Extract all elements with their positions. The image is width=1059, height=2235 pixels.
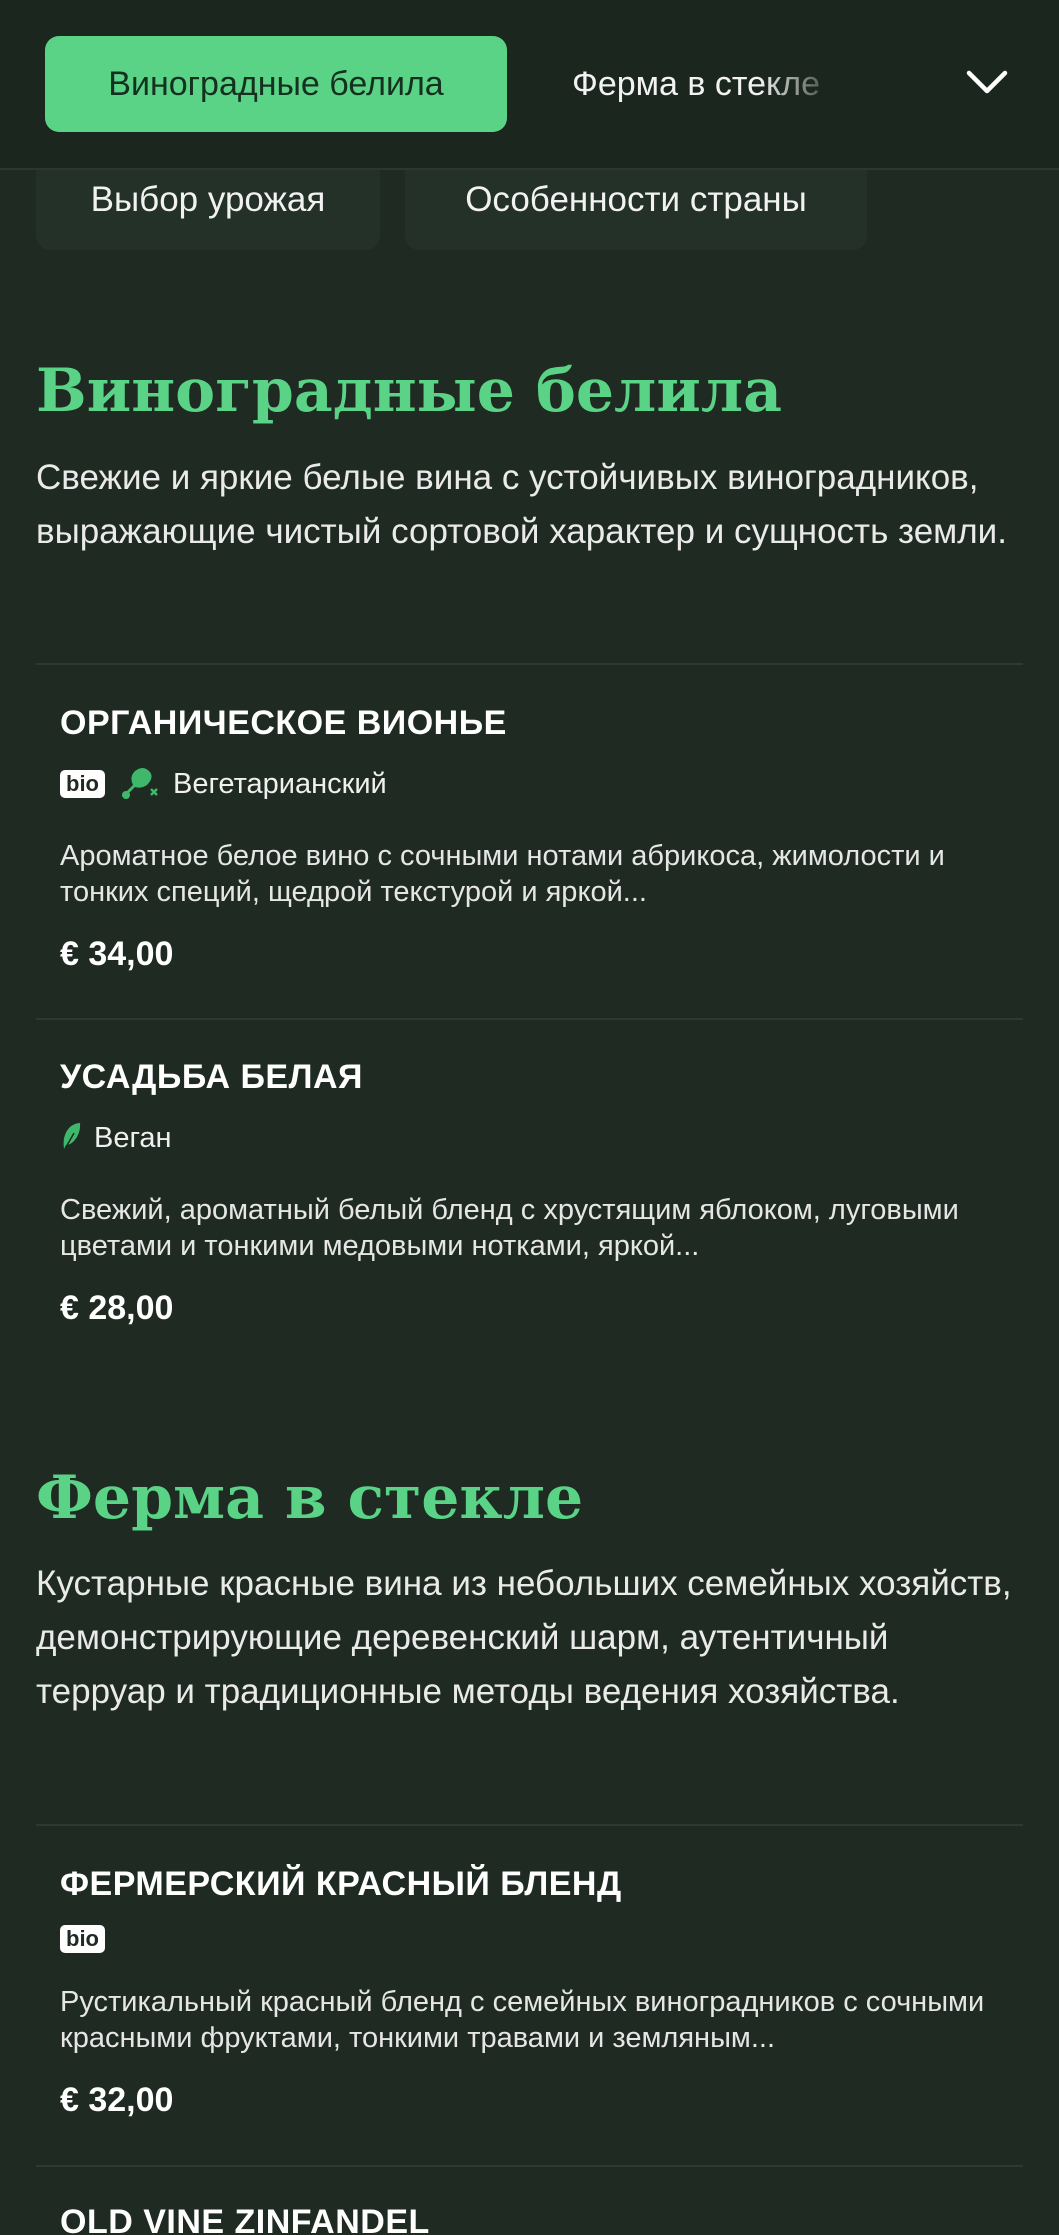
section-description: Свежие и яркие белые вина с устойчивых в… — [36, 458, 1007, 551]
divider — [36, 663, 1023, 665]
chevron-down-icon[interactable] — [962, 58, 1012, 108]
item-name[interactable]: УСАДЬБА БЕЛАЯ — [60, 1058, 363, 1097]
item-price: € 28,00 — [60, 1289, 174, 1327]
tab-scroll-fade — [760, 20, 910, 150]
item-description: Рустикальный красный бленд с семейных ви… — [60, 1986, 985, 2054]
section-description: Кустарные красные вина из небольших семе… — [36, 1564, 1012, 1711]
divider — [36, 2165, 1023, 2167]
item-description: Ароматное белое вино с сочными нотами аб… — [60, 840, 945, 908]
divider — [36, 1018, 1023, 1020]
item-tags: Веган — [60, 1118, 172, 1158]
item-price: € 32,00 — [60, 2081, 174, 2119]
item-name[interactable]: ОРГАНИЧЕСКОЕ ВИОНЬЕ — [60, 704, 507, 743]
tag-label: Вегетарианский — [173, 767, 387, 800]
divider — [36, 1824, 1023, 1826]
item-name[interactable]: ФЕРМЕРСКИЙ КРАСНЫЙ БЛЕНД — [60, 1865, 622, 1904]
item-price: € 34,00 — [60, 935, 174, 973]
leaf-icon — [60, 1121, 82, 1156]
vegetarian-icon — [117, 763, 161, 806]
bio-badge: bio — [60, 770, 105, 798]
tab-vineyard-whites[interactable]: Виноградные белила — [45, 36, 507, 132]
bio-badge: bio — [60, 1925, 105, 1953]
menu-page: Виноградные белила Ферма в стекле Выбор … — [0, 0, 1059, 2235]
section-title: Виноградные белила — [36, 356, 783, 426]
item-name[interactable]: OLD VINE ZINFANDEL — [60, 2203, 430, 2235]
item-description: Свежий, ароматный белый бленд с хрустящи… — [60, 1194, 959, 1262]
section-title: Ферма в стекле — [36, 1463, 584, 1533]
tag-label: Веган — [94, 1121, 172, 1154]
category-nav: Виноградные белила Ферма в стекле — [0, 0, 1059, 170]
item-tags: bio Вегетарианский — [60, 764, 387, 804]
item-tags: bio — [60, 1919, 105, 1959]
